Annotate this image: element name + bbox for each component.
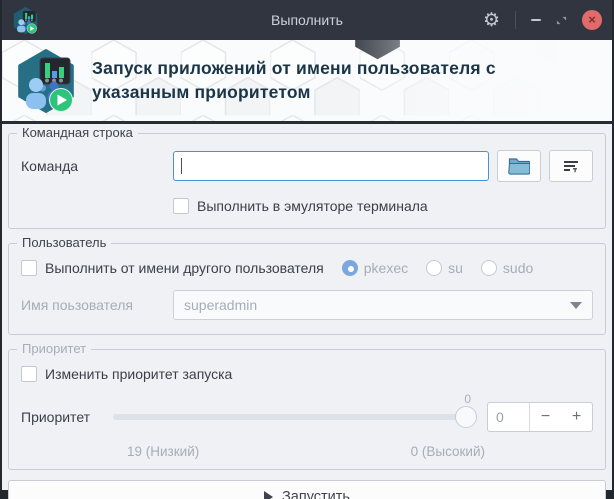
username-value: superadmin	[184, 297, 258, 313]
command-input[interactable]	[173, 151, 489, 181]
run-as-other-user-checkbox[interactable]	[21, 260, 37, 276]
terminal-checkbox[interactable]	[173, 198, 189, 214]
command-label: Команда	[21, 158, 79, 174]
slider-handle[interactable]	[455, 406, 477, 428]
history-lines-icon	[564, 161, 578, 173]
slider-value-bubble: 0	[464, 392, 471, 406]
command-input-wrap	[173, 151, 489, 181]
slider-track[interactable]	[113, 414, 473, 420]
content-area: Командная строка Команда Выполнить в эму…	[2, 124, 612, 499]
app-window: Выполнить ⚙ × Запуск приложений от имени…	[0, 0, 614, 499]
spinbox-value[interactable]: 0	[488, 403, 530, 431]
pkexec-radio[interactable]	[341, 260, 358, 276]
app-icon	[13, 6, 38, 34]
command-line-group: Командная строка Команда Выполнить в эму…	[8, 125, 606, 229]
history-button[interactable]	[549, 150, 593, 182]
user-group-legend: Пользователь	[17, 235, 112, 250]
user-group: Пользователь Выполнить от имени другого …	[8, 235, 606, 335]
spin-decrement-button[interactable]: −	[530, 403, 561, 431]
close-button[interactable]: ×	[582, 10, 602, 30]
page-title: Запуск приложений от имени пользователя …	[92, 57, 496, 104]
radio-item-pkexec[interactable]: pkexec	[341, 260, 409, 276]
priority-slider[interactable]: 0	[113, 392, 477, 429]
high-priority-label: 0 (Высокий)	[410, 444, 485, 459]
priority-spinbox: 0 − +	[487, 402, 593, 432]
radio-item-su[interactable]: su	[426, 260, 463, 276]
low-priority-label: 19 (Низкий)	[127, 444, 200, 459]
sudo-radio-label: sudo	[502, 260, 534, 276]
su-radio[interactable]	[426, 260, 443, 276]
settings-gear-icon[interactable]: ⚙	[483, 11, 500, 30]
maximize-button[interactable]	[556, 15, 567, 26]
pkexec-radio-label: pkexec	[363, 260, 409, 276]
run-button-label: Запустить	[282, 489, 350, 499]
username-label: Имя поьзователя	[21, 297, 133, 313]
page-title-line1: Запуск приложений от имени пользователя …	[92, 57, 496, 78]
minimize-button[interactable]	[531, 19, 541, 21]
command-line-group-legend: Командная строка	[17, 125, 138, 140]
priority-group: Приоритет Изменить приоритет запуска При…	[8, 341, 606, 470]
text-cursor	[181, 158, 182, 174]
su-radio-label: su	[448, 260, 463, 276]
titlebar: Выполнить ⚙ ×	[2, 0, 612, 40]
app-logo	[18, 48, 74, 113]
priority-label: Приоритет	[21, 409, 91, 425]
browse-file-button[interactable]	[497, 150, 541, 182]
priority-group-legend: Приоритет	[17, 341, 92, 356]
run-as-other-user-label: Выполнить от имени другого пользователя	[45, 260, 324, 276]
folder-icon	[508, 158, 530, 175]
titlebar-separator	[515, 11, 516, 29]
header-banner: Запуск приложений от имени пользователя …	[2, 40, 612, 124]
terminal-checkbox-label: Выполнить в эмуляторе терминала	[197, 198, 428, 214]
radio-item-sudo[interactable]: sudo	[480, 260, 534, 276]
sudo-radio[interactable]	[480, 260, 497, 276]
play-icon	[264, 491, 274, 499]
change-priority-label: Изменить приоритет запуска	[45, 366, 233, 382]
spin-increment-button[interactable]: +	[561, 403, 592, 431]
page-title-line2: указанным приоритетом	[92, 81, 311, 102]
username-combobox[interactable]: superadmin	[173, 290, 593, 320]
run-button[interactable]: Запустить	[8, 480, 606, 499]
change-priority-checkbox[interactable]	[21, 366, 37, 382]
chevron-down-icon	[570, 301, 582, 309]
